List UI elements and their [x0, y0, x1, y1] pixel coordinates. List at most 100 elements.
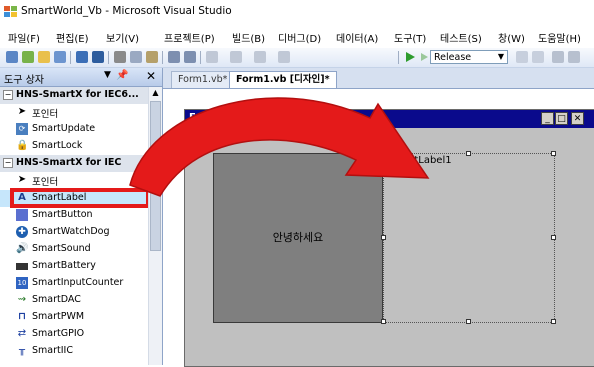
- toolbox-item-smartlock[interactable]: 🔒 SmartLock: [0, 138, 148, 155]
- menu-test[interactable]: 테스트(S): [440, 30, 482, 45]
- close-icon: ✕: [571, 112, 584, 125]
- item-label: SmartBattery: [32, 260, 96, 271]
- menu-project[interactable]: 프로젝트(P): [164, 30, 215, 45]
- item-label: SmartGPIO: [32, 328, 85, 339]
- menu-debug[interactable]: 디버그(D): [278, 30, 321, 45]
- document-area: Form1.vb* Form1.vb [디자인]* Form1 _ □ ✕ 안녕…: [163, 68, 594, 367]
- start-debug-icon[interactable]: [404, 51, 416, 63]
- tab-form1-code[interactable]: Form1.vb*: [171, 71, 235, 88]
- resize-handle[interactable]: [381, 151, 386, 156]
- group-label: HNS-SmartX for IEC6...: [16, 89, 139, 100]
- document-tabs: Form1.vb* Form1.vb [디자인]*: [163, 68, 594, 89]
- toolbox-item-smartiic[interactable]: ╥ SmartIIC: [0, 343, 148, 360]
- add-item-icon[interactable]: [22, 51, 34, 63]
- form1-window[interactable]: Form1 _ □ ✕ 안녕하세요 SmartLabel1: [184, 109, 594, 367]
- watchdog-icon: ✚: [16, 226, 28, 238]
- resize-handle[interactable]: [381, 319, 386, 324]
- toolbox-item-smartbutton[interactable]: SmartButton: [0, 207, 148, 224]
- item-label: SmartUpdate: [32, 123, 96, 134]
- close-icon[interactable]: ✕: [146, 69, 156, 83]
- save-all-icon[interactable]: [92, 51, 104, 63]
- menu-tools[interactable]: 도구(T): [394, 30, 426, 45]
- resize-handle[interactable]: [551, 319, 556, 324]
- menu-help[interactable]: 도움말(H): [538, 30, 581, 45]
- menu-view[interactable]: 보기(V): [106, 30, 139, 45]
- pause-icon[interactable]: [516, 51, 528, 63]
- toolbox-item-smartinputcounter[interactable]: 10 SmartInputCounter: [0, 275, 148, 292]
- menu-bar: 파일(F) 편집(E) 보기(V) 프로젝트(P) 빌드(B) 디버그(D) 데…: [0, 28, 594, 46]
- new-project-icon[interactable]: [6, 51, 18, 63]
- minus-box-icon[interactable]: −: [3, 158, 13, 168]
- undo-icon[interactable]: [206, 51, 218, 63]
- gpio-icon: ⇄: [17, 328, 27, 339]
- toolbar-separator: [162, 51, 163, 64]
- menu-edit[interactable]: 편집(E): [56, 30, 89, 45]
- redo-icon[interactable]: [230, 51, 242, 63]
- align-icon[interactable]: [168, 51, 180, 63]
- toolbox-item-smartgpio[interactable]: ⇄ SmartGPIO: [0, 326, 148, 343]
- form-designer-surface: Form1 _ □ ✕ 안녕하세요 SmartLabel1: [163, 89, 594, 367]
- toolbox-item-smartpwm[interactable]: ⊓ SmartPWM: [0, 309, 148, 326]
- toolbox-item-smartsound[interactable]: 🔊 SmartSound: [0, 241, 148, 258]
- toolbox-item-smartbattery[interactable]: SmartBattery: [0, 258, 148, 275]
- format-icon[interactable]: [184, 51, 196, 63]
- toolbox-scrollbar[interactable]: ▲: [148, 87, 162, 365]
- scroll-up-icon[interactable]: ▲: [149, 87, 162, 99]
- copy-icon[interactable]: [130, 51, 142, 63]
- toolbox-item-smartupdate[interactable]: ⟳ SmartUpdate: [0, 121, 148, 138]
- window-position-dropdown-icon[interactable]: ▼: [104, 70, 111, 80]
- add-new-item-icon[interactable]: [54, 51, 66, 63]
- open-file-icon[interactable]: [38, 51, 50, 63]
- toolbox-item-smartdac[interactable]: ⇝ SmartDAC: [0, 292, 148, 309]
- pwm-icon: ⊓: [18, 311, 26, 322]
- navigate-back-icon[interactable]: [254, 51, 266, 63]
- toolbox-header: 도구 상자 ▼ 📌 ✕: [0, 68, 162, 87]
- toolbox-item-pointer[interactable]: ➤ 포인터: [0, 172, 148, 189]
- find-icon[interactable]: [552, 51, 564, 63]
- toolbox-item-smartwatchdog[interactable]: ✚ SmartWatchDog: [0, 224, 148, 241]
- pin-icon[interactable]: 📌: [116, 70, 128, 81]
- group-label: HNS-SmartX for IEC: [16, 157, 122, 168]
- item-label: SmartLock: [32, 140, 83, 151]
- item-label: 포인터: [32, 177, 59, 188]
- resize-handle[interactable]: [466, 319, 471, 324]
- menu-build[interactable]: 빌드(B): [232, 30, 265, 45]
- cut-icon[interactable]: [114, 51, 126, 63]
- toolbox-item-pointer[interactable]: ➤ 포인터: [0, 104, 148, 121]
- item-label: SmartWatchDog: [32, 226, 110, 237]
- chevron-down-icon: ▼: [497, 52, 505, 61]
- counter-icon: 10: [16, 277, 28, 289]
- iic-icon: ╥: [18, 345, 26, 356]
- paste-icon[interactable]: [146, 51, 158, 63]
- panel-control[interactable]: 안녕하세요: [213, 153, 383, 323]
- item-label: SmartDAC: [32, 294, 81, 305]
- solution-configuration-select[interactable]: Release ▼: [430, 50, 508, 64]
- item-label: SmartInputCounter: [32, 277, 124, 288]
- resize-handle[interactable]: [381, 235, 386, 240]
- navigate-forward-icon[interactable]: [278, 51, 290, 63]
- stop-icon[interactable]: [532, 51, 544, 63]
- resize-handle[interactable]: [551, 235, 556, 240]
- panel-text: 안녕하세요: [272, 231, 324, 244]
- smartlabel-control[interactable]: SmartLabel1: [381, 151, 556, 324]
- resize-handle[interactable]: [551, 151, 556, 156]
- resize-handle[interactable]: [466, 151, 471, 156]
- menu-data[interactable]: 데이터(A): [336, 30, 378, 45]
- save-icon[interactable]: [76, 51, 88, 63]
- toolbar-separator: [108, 51, 109, 64]
- minus-box-icon[interactable]: −: [3, 90, 13, 100]
- button-icon: [16, 209, 28, 221]
- scroll-thumb[interactable]: [150, 101, 161, 251]
- pointer-icon: ➤: [17, 174, 27, 185]
- start-without-debug-icon[interactable]: [418, 51, 430, 63]
- tab-form1-designer[interactable]: Form1.vb [디자인]*: [229, 71, 337, 88]
- smartlabel-text: SmartLabel1: [388, 155, 452, 166]
- toolbox-group-hns-smartx-1[interactable]: − HNS-SmartX for IEC6...: [0, 87, 148, 104]
- update-icon: ⟳: [16, 123, 28, 135]
- window-title: SmartWorld_Vb - Microsoft Visual Studio: [21, 5, 232, 17]
- toolbox-group-hns-smartx-2[interactable]: − HNS-SmartX for IEC: [0, 155, 148, 172]
- menu-file[interactable]: 파일(F): [8, 30, 40, 45]
- solution-explorer-icon[interactable]: [568, 51, 580, 63]
- toolbox-title: 도구 상자: [4, 75, 44, 86]
- menu-window[interactable]: 창(W): [498, 30, 525, 45]
